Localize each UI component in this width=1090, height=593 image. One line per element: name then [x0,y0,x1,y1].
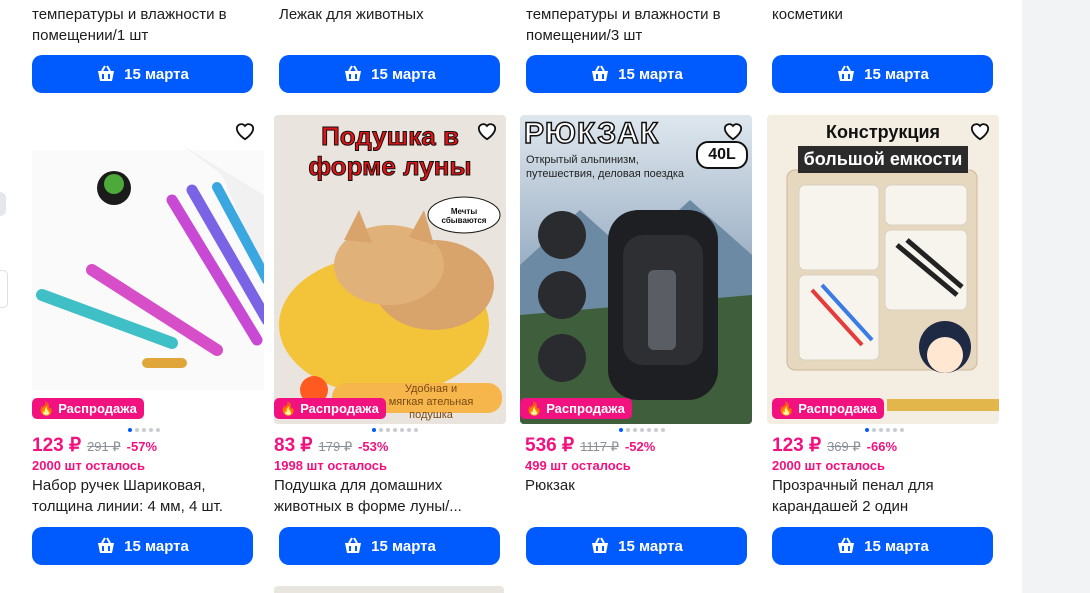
delivery-button[interactable]: 15 марта [32,55,253,93]
top-product-title[interactable]: температуры и влажности в помещении/3 шт [526,4,756,46]
sale-badge: 🔥 Распродажа [274,398,386,419]
stock-left: 1998 шт осталось [274,458,388,473]
stock-left: 2000 шт осталось [32,458,146,473]
old-price: 291 ₽ [87,439,121,454]
delivery-button[interactable]: 15 марта [32,527,253,565]
product-image[interactable]: Конструкция большой емкости [767,115,999,424]
image-pager-dots[interactable] [619,428,665,432]
volume-badge: 40L [696,141,748,169]
product-title[interactable]: Набор ручек Шариковая, толщина линии: 4 … [32,475,264,517]
delivery-button[interactable]: 15 марта [772,527,993,565]
old-price: 369 ₽ [827,439,861,454]
basket-icon [592,65,609,81]
delivery-button-label: 15 марта [864,65,929,83]
product-image[interactable] [32,115,264,424]
fire-icon: 🔥 [778,400,795,416]
top-product-title[interactable]: температуры и влажности в помещении/1 шт [32,4,262,46]
price-row: 83 ₽ 179 ₽ -53% [274,434,388,457]
delivery-button-label: 15 марта [864,537,929,555]
basket-icon [98,537,115,553]
favorite-heart-icon[interactable] [969,121,991,141]
old-price: 1117 ₽ [580,439,619,454]
sale-badge: 🔥 Распродажа [32,398,144,419]
product-title[interactable]: Подушка для домашних животных в форме лу… [274,475,506,517]
delivery-button[interactable]: 15 марта [772,55,993,93]
favorite-heart-icon[interactable] [476,121,498,141]
fire-icon: 🔥 [526,400,543,416]
basket-icon [345,537,362,553]
current-price: 83 ₽ [274,435,313,456]
side-panel-tab[interactable] [0,270,8,308]
image-headline: РЮКЗАК [523,116,660,151]
discount-label: -53% [358,439,389,454]
old-price: 179 ₽ [318,439,353,454]
stock-left: 2000 шт осталось [772,458,886,473]
current-price: 123 ₽ [32,435,82,456]
product-image[interactable]: Подушка в форме луны Мечты сбываются Удоб… [274,115,506,424]
sale-badge: 🔥 Распродажа [772,398,884,419]
discount-label: -66% [866,439,898,454]
favorite-heart-icon[interactable] [722,121,744,141]
product-image[interactable]: РЮКЗАК 40L Открытый альпинизм, путешестви… [520,115,752,424]
current-price: 123 ₽ [772,435,822,456]
top-product-title[interactable]: косметики [772,4,1002,25]
stock-left: 499 шт осталось [525,458,631,473]
sale-badge: 🔥 Распродажа [520,398,632,419]
image-headline: Подушка в форме луны [308,121,472,182]
current-price: 536 ₽ [525,435,575,456]
fire-icon: 🔥 [38,400,55,416]
image-headline: Конструкция большой емкости [767,119,999,173]
fire-icon: 🔥 [280,400,297,416]
basket-icon [838,537,855,553]
delivery-button[interactable]: 15 марта [526,527,747,565]
price-row: 123 ₽ 291 ₽ -57% [32,434,157,457]
delivery-button-label: 15 марта [124,65,189,83]
image-bubble-text: Мечты сбываются [441,207,487,225]
pens-illustration [32,145,264,390]
product-title[interactable]: Рюкзак [525,475,757,496]
delivery-button[interactable]: 15 марта [526,55,747,93]
basket-icon [345,65,362,81]
delivery-button-label: 15 марта [371,537,436,555]
image-pager-dots[interactable] [372,428,418,432]
basket-icon [592,537,609,553]
top-product-title[interactable]: Лежак для животных [279,4,509,25]
delivery-button-label: 15 марта [618,65,683,83]
product-title[interactable]: Прозрачный пенал для карандашей 2 один [772,475,1004,517]
product-grid: температуры и влажности в помещении/1 шт… [0,0,1022,593]
delivery-button-label: 15 марта [618,537,683,555]
discount-label: -57% [126,439,158,454]
image-caption: Открытый альпинизм, путешествия, деловая … [526,154,685,180]
basket-icon [838,65,855,81]
carousel-edge-handle[interactable] [0,192,6,216]
image-pager-dots[interactable] [128,428,160,432]
basket-icon [98,65,115,81]
discount-label: -52% [624,439,656,454]
price-row: 536 ₽ 1117 ₽ -52% [525,434,655,457]
next-row-image-peek [274,586,504,593]
delivery-button[interactable]: 15 марта [279,55,500,93]
delivery-button-label: 15 марта [124,537,189,555]
delivery-button[interactable]: 15 марта [279,527,500,565]
delivery-button-label: 15 марта [371,65,436,83]
image-pager-dots[interactable] [865,428,904,432]
price-row: 123 ₽ 369 ₽ -66% [772,434,897,457]
favorite-heart-icon[interactable] [234,121,256,141]
